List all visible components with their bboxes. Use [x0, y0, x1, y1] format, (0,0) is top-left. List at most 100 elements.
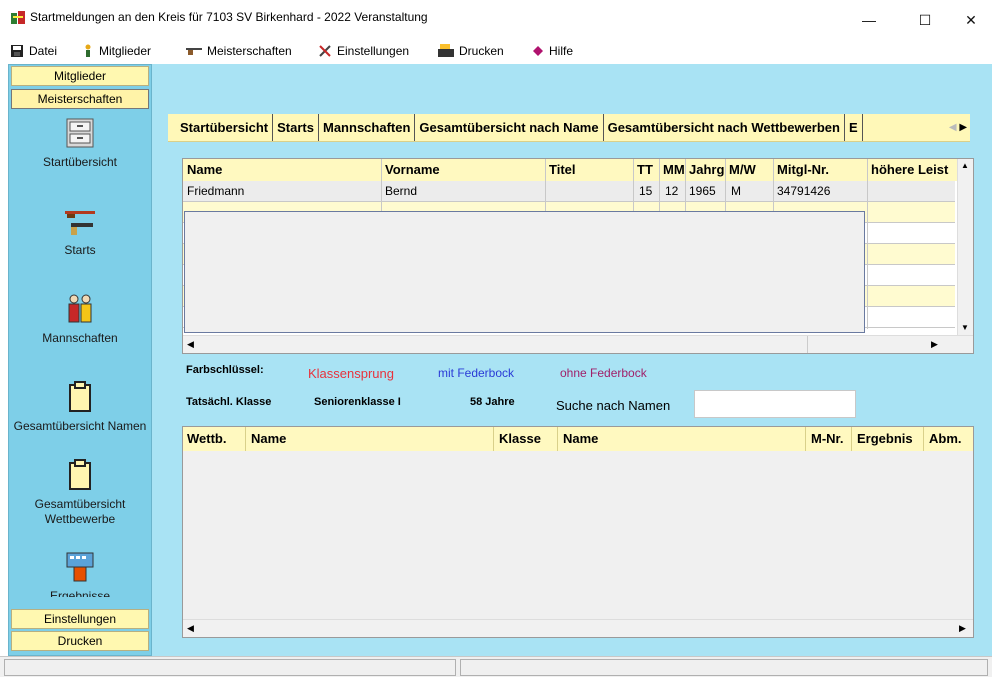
chevron-left-icon[interactable]: ◀: [949, 122, 957, 133]
col-header-mw[interactable]: M/W: [729, 162, 756, 177]
scroll-up-icon[interactable]: ▲: [961, 161, 969, 170]
cell-tt: 15: [639, 184, 653, 198]
menu-einstellungen-label: Einstellungen: [337, 44, 410, 58]
column-divider: [805, 427, 806, 451]
tab-ergebnisse[interactable]: E: [845, 114, 863, 141]
column-divider: [851, 427, 852, 451]
col-header-jahrg[interactable]: Jahrg: [689, 162, 724, 177]
nav-drucken-button[interactable]: Drucken: [11, 631, 149, 651]
menu-hilfe-label: Hilfe: [549, 44, 574, 58]
close-button[interactable]: ✕: [948, 6, 992, 34]
column-divider: [867, 159, 868, 329]
keyboard-icon: [66, 552, 94, 582]
menu-drucken-label: Drucken: [459, 44, 504, 58]
col-header-titel[interactable]: Titel: [549, 162, 576, 177]
horizontal-scrollbar[interactable]: ◀ ▶: [183, 335, 973, 353]
scroll-down-icon[interactable]: ▼: [961, 323, 969, 332]
col-header-name[interactable]: Name: [187, 162, 222, 177]
nav-item-label: Gesamtübersicht Wettbewerbe: [34, 497, 126, 526]
nav-item-ergebnisse[interactable]: Ergebnisse: [11, 551, 149, 597]
minimize-button[interactable]: —: [846, 6, 892, 34]
menu-hilfe[interactable]: Hilfe: [532, 42, 573, 60]
tab-gesamtuebersicht-wettbewerbe[interactable]: Gesamtübersicht nach Wettbewerben: [604, 114, 845, 141]
window-title: Startmeldungen an den Kreis für 7103 SV …: [30, 10, 428, 24]
nav-item-gesamtuebersicht-wettbewerbe[interactable]: Gesamtübersicht Wettbewerbe: [11, 459, 149, 527]
tab-startuebersicht[interactable]: Startübersicht: [168, 114, 274, 141]
menu-einstellungen[interactable]: Einstellungen: [318, 42, 409, 60]
nav-mitglieder-button[interactable]: Mitglieder: [11, 66, 149, 86]
col-header-name[interactable]: Name: [251, 431, 286, 446]
menu-drucken[interactable]: Drucken: [438, 42, 504, 60]
chevron-right-icon[interactable]: ▶: [959, 122, 967, 133]
col-header-mm[interactable]: MM: [663, 162, 685, 177]
main-panel: Startübersicht Starts Mannschaften Gesamtüb…: [152, 64, 992, 656]
overlay-panel: [184, 211, 865, 333]
col-header-name-2[interactable]: Name: [563, 431, 598, 446]
nav-item-startuebersicht[interactable]: Startübersicht: [11, 117, 149, 170]
scroll-right-icon[interactable]: ▶: [959, 623, 966, 634]
menu-meisterschaften[interactable]: Meisterschaften: [186, 42, 292, 60]
cabinet-icon: [66, 118, 94, 148]
person-icon: [85, 44, 91, 57]
scroll-right-icon[interactable]: ▶: [931, 339, 938, 350]
col-header-vorname[interactable]: Vorname: [385, 162, 440, 177]
clipboard-icon: [69, 381, 91, 412]
scroll-left-icon[interactable]: ◀: [187, 339, 194, 350]
menu-mitglieder[interactable]: Mitglieder: [82, 42, 151, 60]
klasse-label: Tatsächl. Klasse: [186, 396, 272, 408]
column-divider: [923, 427, 924, 451]
status-bar: [0, 656, 992, 677]
menu-meisterschaften-label: Meisterschaften: [207, 44, 292, 58]
klasse-value: Seniorenklasse I: [314, 396, 401, 408]
tools-icon: [319, 45, 331, 57]
col-header-abm[interactable]: Abm.: [929, 431, 962, 446]
nav-einstellungen-button[interactable]: Einstellungen: [11, 609, 149, 629]
save-icon: [11, 45, 23, 57]
table-row[interactable]: Friedmann Bernd 15 12 1965 M 34791426: [183, 181, 955, 202]
col-header-m-nr[interactable]: M-Nr.: [811, 431, 844, 446]
legend-ohne-federbock: ohne Federbock: [560, 366, 647, 380]
col-header-mitgl-nr[interactable]: Mitgl-Nr.: [777, 162, 829, 177]
search-input[interactable]: [694, 390, 856, 418]
column-divider: [493, 427, 494, 451]
tab-starts[interactable]: Starts: [273, 114, 319, 141]
cell-jahrg: 1965: [689, 184, 716, 198]
menu-datei[interactable]: Datei: [10, 42, 57, 60]
column-divider: [557, 427, 558, 451]
horizontal-scrollbar[interactable]: ◀ ▶: [183, 619, 973, 637]
tab-gesamtuebersicht-name[interactable]: Gesamtübersicht nach Name: [415, 114, 604, 141]
guns-icon: [65, 211, 95, 235]
navigation-panel: Mitglieder Meisterschaften Startübersich…: [8, 64, 152, 656]
nav-item-label: Ergebnisse: [49, 589, 111, 597]
entries-grid[interactable]: Wettb. Name Klasse Name M-Nr. Ergebnis A…: [182, 426, 974, 638]
col-header-ergebnis[interactable]: Ergebnis: [857, 431, 913, 446]
nav-item-starts[interactable]: Starts: [11, 205, 149, 258]
title-bar: Startmeldungen an den Kreis für 7103 SV …: [0, 0, 992, 40]
nav-meisterschaften-button[interactable]: Meisterschaften: [11, 89, 149, 109]
status-panel-right: [460, 659, 988, 676]
grid-header: Wettb. Name Klasse Name M-Nr. Ergebnis A…: [183, 427, 973, 451]
column-divider: [245, 427, 246, 451]
col-header-klasse[interactable]: Klasse: [499, 431, 541, 446]
vertical-scrollbar[interactable]: ▲ ▼: [957, 159, 973, 337]
printer-icon: [438, 44, 454, 57]
col-header-wettb[interactable]: Wettb.: [187, 431, 226, 446]
tab-mannschaften[interactable]: Mannschaften: [319, 114, 416, 141]
nav-item-gesamtuebersicht-namen[interactable]: Gesamtübersicht Namen: [11, 381, 149, 434]
nav-item-label: Starts: [64, 243, 96, 257]
legend-mit-federbock: mit Federbock: [438, 366, 515, 380]
maximize-button[interactable]: ☐: [902, 6, 948, 34]
tab-strip: Startübersicht Starts Mannschaften Gesamtüb…: [168, 114, 970, 142]
nav-item-mannschaften[interactable]: Mannschaften: [11, 293, 149, 346]
cell-name: Friedmann: [187, 184, 245, 198]
tab-scroll-arrows[interactable]: ◀ ▶: [946, 114, 970, 141]
col-header-tt[interactable]: TT: [637, 162, 653, 177]
team-icon: [68, 294, 92, 323]
cell-vorname: Bernd: [385, 184, 418, 198]
scroll-left-icon[interactable]: ◀: [187, 623, 194, 634]
status-panel-left: [4, 659, 456, 676]
grid-header: Name Vorname Titel TT MM Jahrg M/W Mitgl…: [183, 159, 973, 181]
col-header-hoehere-leistung[interactable]: höhere Leist: [871, 162, 948, 177]
age-value: 58 Jahre: [470, 396, 515, 408]
search-label: Suche nach Namen: [556, 398, 671, 413]
